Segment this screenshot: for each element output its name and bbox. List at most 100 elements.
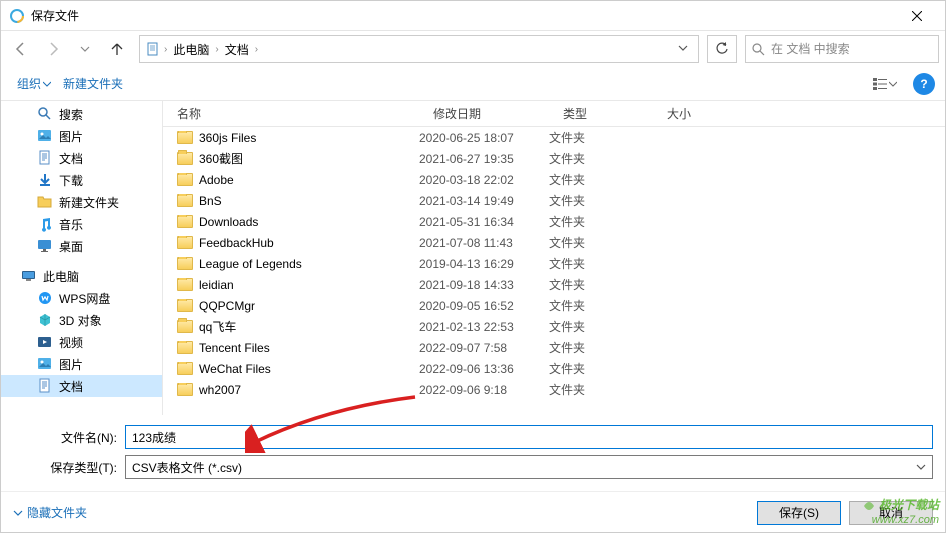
file-name: 360截图 bbox=[199, 150, 243, 167]
forward-button[interactable] bbox=[39, 35, 67, 63]
folder-icon bbox=[37, 194, 53, 210]
cancel-button[interactable]: 取消 bbox=[849, 501, 933, 525]
sidebar-item-label: 此电脑 bbox=[43, 268, 79, 285]
sidebar-item-downloads[interactable]: 下载 bbox=[1, 169, 162, 191]
search-box[interactable] bbox=[745, 35, 939, 63]
folder-icon bbox=[177, 383, 193, 396]
wps-icon bbox=[37, 290, 53, 306]
file-name: Downloads bbox=[199, 215, 258, 229]
file-row[interactable]: Adobe2020-03-18 22:02文件夹 bbox=[163, 169, 945, 190]
close-button[interactable] bbox=[897, 2, 937, 30]
sidebar-item-pictures[interactable]: 图片 bbox=[1, 353, 162, 375]
file-date: 2021-09-18 14:33 bbox=[419, 278, 549, 292]
folder-icon bbox=[177, 131, 193, 144]
file-type: 文件夹 bbox=[549, 318, 653, 335]
help-button[interactable]: ? bbox=[913, 73, 935, 95]
file-type: 文件夹 bbox=[549, 129, 653, 146]
file-row[interactable]: League of Legends 2019-04-13 16:29文件夹 bbox=[163, 253, 945, 274]
sidebar-item-pc[interactable]: 此电脑 bbox=[1, 265, 162, 287]
file-area: 名称 修改日期 类型 大小 360js Files2020-06-25 18:0… bbox=[163, 101, 945, 415]
file-date: 2021-07-08 11:43 bbox=[419, 236, 549, 250]
search-input[interactable] bbox=[771, 42, 932, 56]
sidebar-item-3d[interactable]: 3D 对象 bbox=[1, 309, 162, 331]
pictures-icon bbox=[37, 356, 53, 372]
sidebar-item-label: 桌面 bbox=[59, 238, 83, 255]
3d-icon bbox=[37, 312, 53, 328]
file-date: 2020-03-18 22:02 bbox=[419, 173, 549, 187]
column-size[interactable]: 大小 bbox=[653, 105, 753, 122]
file-date: 2019-04-13 16:29 bbox=[419, 257, 549, 271]
sidebar-item-pictures[interactable]: 图片 bbox=[1, 125, 162, 147]
chevron-down-icon bbox=[916, 462, 926, 472]
new-folder-button[interactable]: 新建文件夹 bbox=[57, 71, 129, 96]
file-row[interactable]: BnS2021-03-14 19:49文件夹 bbox=[163, 190, 945, 211]
sidebar-item-label: 下载 bbox=[59, 172, 83, 189]
file-row[interactable]: wh20072022-09-06 9:18文件夹 bbox=[163, 379, 945, 400]
file-name: qq飞车 bbox=[199, 318, 236, 335]
sidebar-item-label: 文档 bbox=[59, 150, 83, 167]
file-type: 文件夹 bbox=[549, 381, 653, 398]
breadcrumb[interactable]: › 此电脑 › 文档 › bbox=[139, 35, 699, 63]
titlebar: 保存文件 bbox=[1, 1, 945, 31]
sidebar-item-label: WPS网盘 bbox=[59, 290, 110, 307]
folder-icon bbox=[177, 152, 193, 165]
file-row[interactable]: qq飞车2021-02-13 22:53文件夹 bbox=[163, 316, 945, 337]
sidebar-item-wps[interactable]: WPS网盘 bbox=[1, 287, 162, 309]
file-name: League of Legends bbox=[199, 257, 302, 271]
column-type[interactable]: 类型 bbox=[549, 105, 653, 122]
file-row[interactable]: Downloads 2021-05-31 16:34文件夹 bbox=[163, 211, 945, 232]
search-icon bbox=[752, 43, 765, 56]
recent-dropdown[interactable] bbox=[71, 35, 99, 63]
up-button[interactable] bbox=[103, 35, 131, 63]
chevron-right-icon: › bbox=[215, 44, 218, 55]
file-name: FeedbackHub bbox=[199, 236, 274, 250]
file-row[interactable]: 360js Files2020-06-25 18:07文件夹 bbox=[163, 127, 945, 148]
file-date: 2022-09-07 7:58 bbox=[419, 341, 549, 355]
sidebar-item-documents[interactable]: 文档 bbox=[1, 375, 162, 397]
breadcrumb-item[interactable]: 此电脑 bbox=[169, 41, 213, 58]
sidebar-item-search[interactable]: 搜索 bbox=[1, 103, 162, 125]
sidebar-item-videos[interactable]: 视频 bbox=[1, 331, 162, 353]
desktop-icon bbox=[37, 238, 53, 254]
file-name: wh2007 bbox=[199, 383, 241, 397]
file-row[interactable]: QQPCMgr2020-09-05 16:52文件夹 bbox=[163, 295, 945, 316]
view-options[interactable] bbox=[865, 72, 905, 96]
sidebar-item-music[interactable]: 音乐 bbox=[1, 213, 162, 235]
videos-icon bbox=[37, 334, 53, 350]
file-row[interactable]: 360截图2021-06-27 19:35文件夹 bbox=[163, 148, 945, 169]
folder-icon bbox=[177, 341, 193, 354]
main-area: 搜索图片文档下载新建文件夹音乐桌面此电脑WPS网盘3D 对象视频图片文档 名称 … bbox=[1, 101, 945, 415]
breadcrumb-item[interactable]: 文档 bbox=[221, 41, 253, 58]
sidebar-item-desktop[interactable]: 桌面 bbox=[1, 235, 162, 257]
back-button[interactable] bbox=[7, 35, 35, 63]
sidebar-item-label: 视频 bbox=[59, 334, 83, 351]
filename-input[interactable] bbox=[125, 425, 933, 449]
filetype-select[interactable]: CSV表格文件 (*.csv) bbox=[125, 455, 933, 479]
file-row[interactable]: FeedbackHub2021-07-08 11:43文件夹 bbox=[163, 232, 945, 253]
file-row[interactable]: leidian2021-09-18 14:33文件夹 bbox=[163, 274, 945, 295]
organize-menu[interactable]: 组织 bbox=[11, 71, 57, 96]
footer: 隐藏文件夹 保存(S) 取消 bbox=[1, 491, 945, 533]
file-row[interactable]: WeChat Files2022-09-06 13:36文件夹 bbox=[163, 358, 945, 379]
sidebar-item-folder[interactable]: 新建文件夹 bbox=[1, 191, 162, 213]
sidebar: 搜索图片文档下载新建文件夹音乐桌面此电脑WPS网盘3D 对象视频图片文档 bbox=[1, 101, 163, 415]
file-row[interactable]: Tencent Files2022-09-07 7:58文件夹 bbox=[163, 337, 945, 358]
pc-icon bbox=[21, 268, 37, 284]
file-date: 2020-06-25 18:07 bbox=[419, 131, 549, 145]
refresh-button[interactable] bbox=[707, 35, 737, 63]
file-type: 文件夹 bbox=[549, 339, 653, 356]
column-name[interactable]: 名称 bbox=[163, 105, 419, 122]
file-type: 文件夹 bbox=[549, 171, 653, 188]
folder-icon bbox=[177, 299, 193, 312]
file-date: 2021-05-31 16:34 bbox=[419, 215, 549, 229]
breadcrumb-dropdown[interactable] bbox=[672, 42, 694, 56]
save-button[interactable]: 保存(S) bbox=[757, 501, 841, 525]
file-name: BnS bbox=[199, 194, 222, 208]
column-date[interactable]: 修改日期 bbox=[419, 105, 549, 122]
hide-folders-toggle[interactable]: 隐藏文件夹 bbox=[13, 504, 87, 521]
file-type: 文件夹 bbox=[549, 213, 653, 230]
sidebar-item-label: 图片 bbox=[59, 356, 83, 373]
folder-icon bbox=[177, 320, 193, 333]
sidebar-item-documents[interactable]: 文档 bbox=[1, 147, 162, 169]
file-type: 文件夹 bbox=[549, 255, 653, 272]
